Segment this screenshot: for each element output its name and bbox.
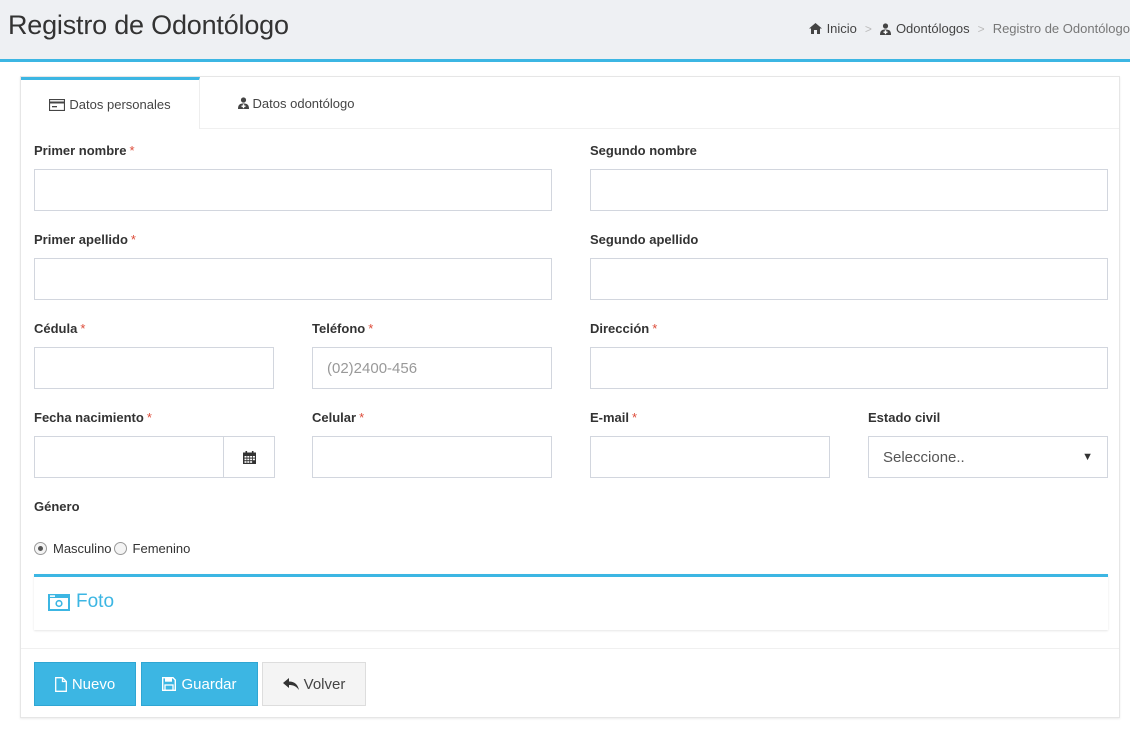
segundo-nombre-input[interactable] [590,169,1108,211]
breadcrumb-separator: > [864,21,872,36]
genero-label: Género [34,499,80,514]
required-marker: * [368,321,374,336]
segundo-apellido-input[interactable] [590,258,1108,300]
segundo-apellido-label: Segundo apellido [590,232,699,247]
tab-datos-personales[interactable]: Datos personales [21,77,200,129]
nuevo-button[interactable]: Nuevo [34,662,136,706]
fecha-nacimiento-label: Fecha nacimiento * [34,410,152,425]
required-marker: * [80,321,86,336]
direccion-input[interactable] [590,347,1108,389]
direccion-label: Dirección * [590,321,658,336]
breadcrumb-home-label: Inicio [826,21,857,36]
fecha-nacimiento-input[interactable] [34,436,224,478]
volver-button[interactable]: Volver [262,662,366,706]
foto-title-label: Foto [76,591,115,612]
breadcrumb: Inicio > Odontólogos > Registro de Odont… [808,21,1130,36]
primer-nombre-input[interactable] [34,169,552,211]
nuevo-button-label: Nuevo [71,675,116,693]
breadcrumb-home[interactable]: Inicio [808,21,857,36]
required-marker: * [146,410,152,425]
page-title: Registro de Odontólogo [8,10,289,40]
tab-bar: Datos personales Datos odontólogo [21,77,1119,129]
user-md-icon [879,22,891,35]
tab-label: Datos odontólogo [252,95,355,111]
telefono-input[interactable]: (02)2400-456 [312,347,552,389]
camera-icon [48,593,70,611]
estado-civil-select[interactable]: Seleccione.. ▼ [868,436,1108,478]
user-md-icon [237,97,249,109]
foto-title[interactable]: Foto [48,591,114,613]
segundo-nombre-label: Segundo nombre [590,143,697,158]
telefono-placeholder: (02)2400-456 [327,359,418,377]
breadcrumb-current: Registro de Odontólogo [992,21,1130,36]
home-icon [808,23,822,34]
radio-femenino-label: Femenino [132,541,191,556]
estado-civil-selected: Seleccione.. [883,448,965,466]
telefono-label: Teléfono * [312,321,374,336]
cedula-label: Cédula * [34,321,86,336]
required-marker: * [130,232,136,247]
estado-civil-label: Estado civil [868,410,941,425]
celular-input[interactable] [312,436,552,478]
id-card-icon [49,98,66,111]
calendar-icon [242,450,256,464]
save-icon [162,677,177,691]
cedula-input[interactable] [34,347,274,389]
radio-masculino-label: Masculino [53,541,112,556]
celular-label: Celular * [312,410,365,425]
primer-apellido-label: Primer apellido * [34,232,136,247]
email-input[interactable] [590,436,830,478]
file-icon [54,676,67,692]
content-header: Registro de Odontólogo Inicio > Odontólo… [0,0,1130,62]
radio-femenino[interactable] [113,542,127,555]
tab-label: Datos personales [69,97,171,112]
caret-down-icon: ▼ [1082,451,1093,463]
primer-nombre-label: Primer nombre * [34,143,135,158]
breadcrumb-section[interactable]: Odontólogos [879,21,970,36]
breadcrumb-separator: > [977,21,985,36]
foto-panel: Foto [34,574,1108,630]
primer-apellido-input[interactable] [34,258,552,300]
required-marker: * [632,410,638,425]
volver-button-label: Volver [303,675,346,693]
genero-radio-group: Masculino Femenino [34,541,192,556]
radio-masculino[interactable] [34,542,47,555]
email-label: E-mail * [590,410,638,425]
required-marker: * [652,321,658,336]
required-marker: * [129,143,135,158]
calendar-button[interactable] [223,436,275,478]
guardar-button-label: Guardar [181,675,237,693]
breadcrumb-section-label: Odontólogos [895,21,970,36]
tab-datos-odontologo[interactable]: Datos odontólogo [211,77,381,129]
guardar-button[interactable]: Guardar [141,662,258,706]
required-marker: * [359,410,365,425]
reply-icon [282,678,299,690]
